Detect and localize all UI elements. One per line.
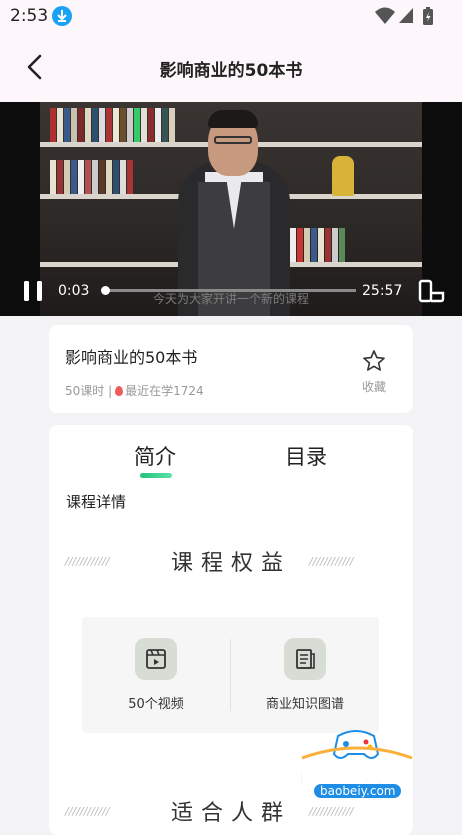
download-icon [52,6,72,26]
document-icon [284,638,326,680]
page-header: 影响商业的50本书 [0,32,462,102]
signal-icon [399,8,413,23]
recent-learners: 最近在学1724 [125,384,204,398]
status-bar: 2:53 [0,0,462,32]
battery-icon [423,7,433,25]
benefits-heading-row: //////////// 课程权益 //////////// [49,545,413,576]
lesson-count: 50课时 | [65,384,113,398]
benefit-knowledge-map[interactable]: 商业知识图谱 [231,617,379,733]
benefits-title: 课程权益 [170,551,291,576]
total-time: 25:57 [362,283,403,299]
trophy [332,156,354,196]
page-title: 影响商业的50本书 [159,61,303,81]
fullscreen-icon[interactable] [418,279,446,303]
decorative-slashes-right: //////////// [309,555,354,568]
benefit-videos[interactable]: 50个视频 [82,617,230,733]
star-icon[interactable] [362,349,386,373]
progress-bar[interactable] [100,286,356,295]
benefits-box: 50个视频 商业知识图谱 [82,617,379,733]
pause-icon[interactable] [22,281,44,301]
course-info-card: 影响商业的50本书 50课时 | 最近在学1724 收藏 [49,325,413,413]
active-tab-indicator [140,473,172,478]
course-title: 影响商业的50本书 [65,348,198,367]
course-meta: 50课时 | 最近在学1724 [65,382,204,399]
wifi-icon [375,7,395,24]
favorite-label[interactable]: 收藏 [362,378,386,395]
fire-icon [115,386,124,396]
video-clip-icon [135,638,177,680]
benefit-videos-label: 50个视频 [128,697,184,712]
watermark-logo: 宝贝游戏网 baobeiy.com [282,728,432,820]
tab-catalog[interactable]: 目录 [285,441,327,471]
course-details-heading: 课程详情 [66,493,127,511]
status-time: 2:53 [10,6,49,26]
watermark-url: baobeiy.com [314,784,402,798]
benefit-knowledge-map-label: 商业知识图谱 [265,697,344,712]
tab-intro[interactable]: 简介 [134,441,176,471]
progress-knob[interactable] [100,286,110,295]
current-time: 0:03 [58,283,90,299]
